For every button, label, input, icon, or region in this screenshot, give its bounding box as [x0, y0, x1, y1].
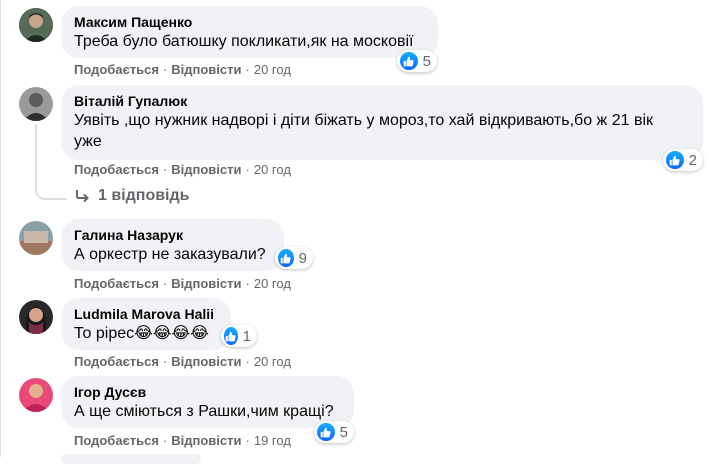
thread-line-curve	[35, 184, 67, 200]
reaction-count: 1	[242, 327, 251, 345]
comment-text: Треба було батюшку покликати,як на моско…	[74, 33, 414, 50]
comment-bubble: Ludmila Marova Halii То рірес😂😂😂😂	[61, 298, 231, 350]
reaction-count: 5	[339, 423, 348, 441]
comment-author[interactable]: Ігор Дусєв	[74, 383, 341, 401]
comment-text: А оркестр не заказували?	[74, 246, 266, 263]
reaction-count: 5	[422, 52, 431, 70]
comment-bubble: Ігор Дусєв А ще сміються з Рашки,чим кра…	[61, 376, 354, 428]
avatar[interactable]	[19, 221, 53, 255]
reply-button[interactable]: Відповісти	[171, 162, 241, 177]
reaction-count: 9	[298, 249, 307, 267]
reply-button[interactable]: Відповісти	[171, 62, 241, 77]
comment-text-line: Уявіть ,що нужник надворі і діти біжать …	[74, 112, 653, 129]
comment-actions: Подобається · Відповісти · 19 год	[74, 433, 291, 448]
next-comment-bubble-partial	[61, 454, 201, 464]
timestamp[interactable]: 20 год	[254, 276, 291, 291]
comment-actions: Подобається · Відповісти · 20 год	[74, 162, 291, 177]
comment-bubble: Максим Пащенко Треба було батюшку поклик…	[61, 6, 438, 58]
avatar[interactable]	[19, 8, 53, 42]
like-button[interactable]: Подобається	[74, 62, 159, 77]
comment-actions: Подобається · Відповісти · 20 год	[74, 276, 291, 291]
replies-count-label[interactable]: 1 відповідь	[98, 187, 190, 205]
timestamp[interactable]: 20 год	[254, 162, 291, 177]
reaction-summary[interactable]: 5	[397, 50, 437, 72]
comment-text: А ще сміються з Рашки,чим кращі?	[74, 403, 334, 420]
like-icon	[278, 249, 294, 267]
comment-author[interactable]: Галина Назарук	[74, 226, 271, 244]
like-button[interactable]: Подобається	[74, 276, 159, 291]
comment-actions: Подобається · Відповісти · 20 год	[74, 62, 291, 77]
avatar[interactable]	[19, 300, 53, 334]
comment-bubble: Віталій Гупалюк Уявіть ,що нужник надвор…	[61, 85, 703, 160]
avatar[interactable]	[19, 87, 53, 121]
reaction-count: 2	[688, 151, 697, 169]
comment-bubble: Галина Назарук А оркестр не заказували?	[61, 219, 284, 271]
reaction-summary[interactable]: 1	[221, 325, 257, 347]
comment-author[interactable]: Віталій Гупалюк	[74, 92, 690, 110]
reply-button[interactable]: Відповісти	[171, 354, 241, 369]
timestamp[interactable]: 19 год	[254, 433, 291, 448]
view-replies-link[interactable]: 1 відповідь	[74, 187, 190, 205]
reaction-summary[interactable]: 9	[275, 247, 313, 269]
avatar[interactable]	[19, 378, 53, 412]
reply-button[interactable]: Відповісти	[171, 433, 241, 448]
like-icon	[317, 423, 335, 441]
reply-arrow-icon	[74, 189, 90, 203]
timestamp[interactable]: 20 год	[254, 62, 291, 77]
panel-border	[0, 0, 1, 457]
like-button[interactable]: Подобається	[74, 354, 159, 369]
comment-author[interactable]: Ludmila Marova Halii	[74, 305, 218, 323]
comment-actions: Подобається · Відповісти · 20 год	[74, 354, 291, 369]
like-button[interactable]: Подобається	[74, 162, 159, 177]
reply-button[interactable]: Відповісти	[171, 276, 241, 291]
comment-text-line: уже	[74, 133, 102, 150]
comment-author[interactable]: Максим Пащенко	[74, 13, 425, 31]
timestamp[interactable]: 20 год	[254, 354, 291, 369]
like-icon	[224, 327, 238, 345]
like-button[interactable]: Подобається	[74, 433, 159, 448]
like-icon	[666, 151, 684, 169]
reaction-summary[interactable]: 2	[663, 149, 703, 171]
comment-text: То рірес😂😂😂😂	[74, 325, 209, 342]
reaction-summary[interactable]: 5	[314, 421, 354, 443]
thread-line	[35, 124, 37, 186]
like-icon	[400, 52, 418, 70]
